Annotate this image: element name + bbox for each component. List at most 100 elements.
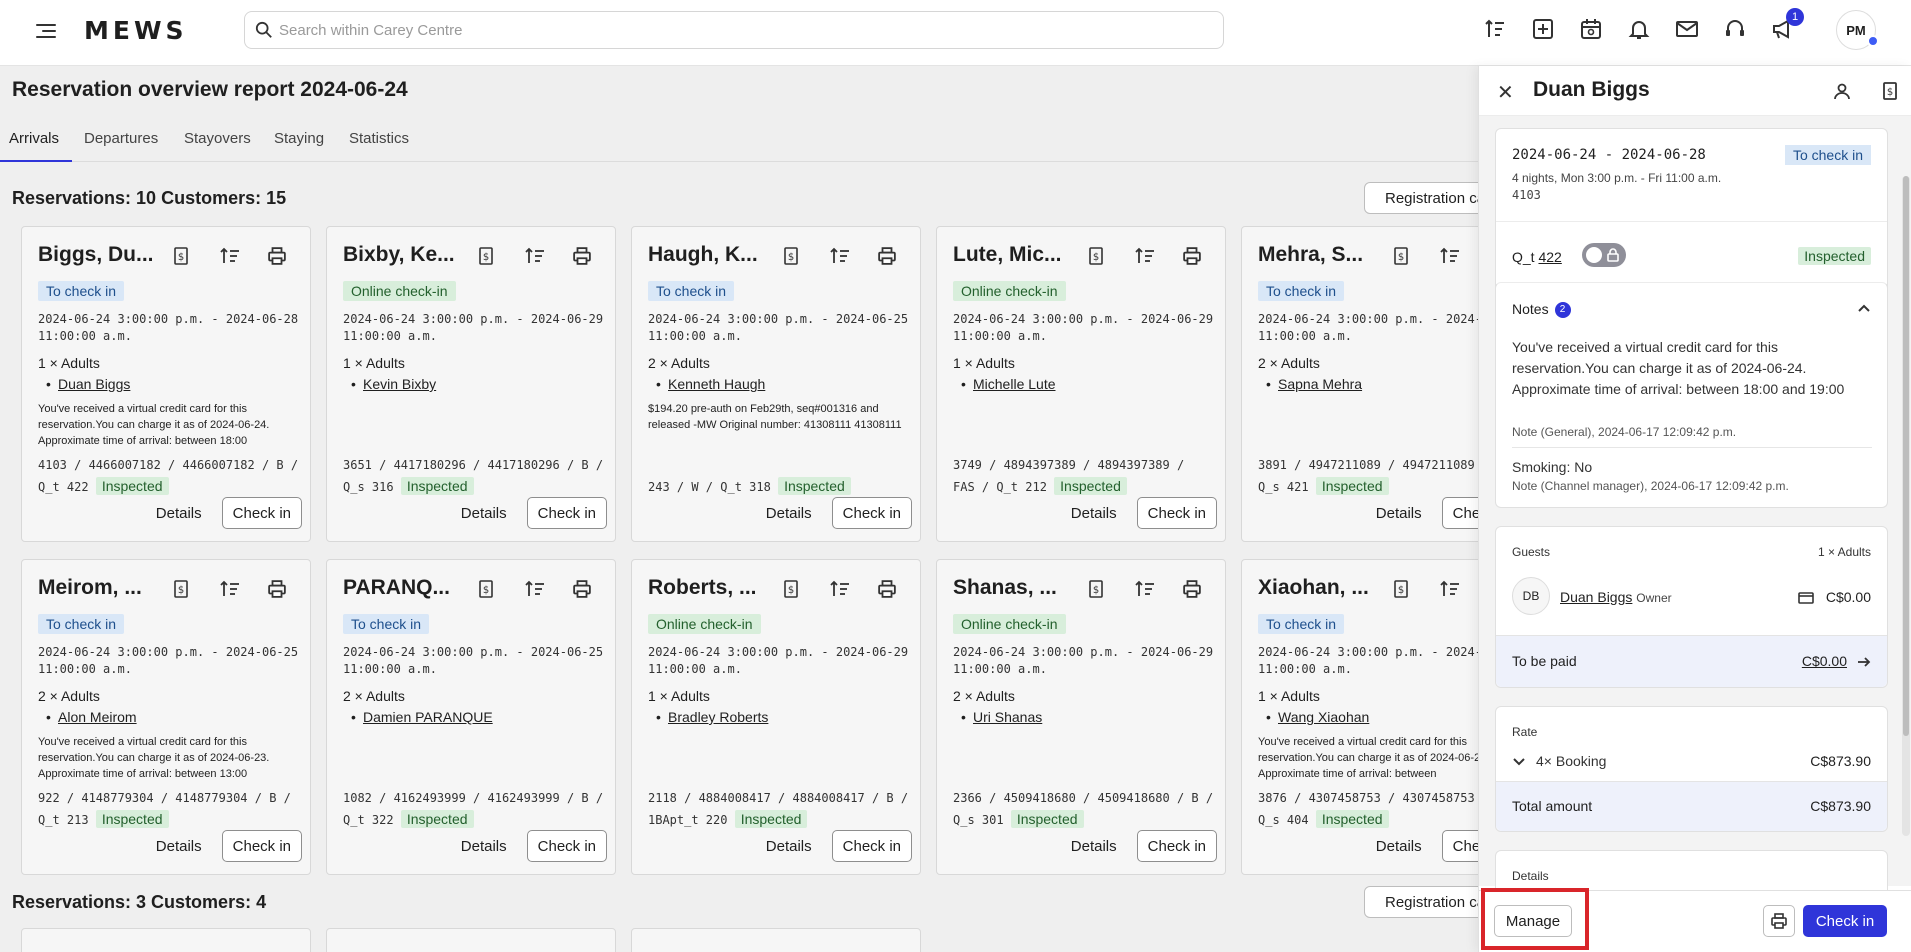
notes-header[interactable]: Notes 2 <box>1512 301 1571 318</box>
inspected-badge: Inspected <box>1315 810 1389 828</box>
card-guest-link[interactable]: Michelle Lute <box>973 376 1056 392</box>
check-in-button[interactable]: Check in <box>221 830 302 862</box>
card-guest-link[interactable]: Damien PARANQUE <box>363 709 493 725</box>
chevron-down-icon[interactable] <box>1512 757 1526 767</box>
check-in-button[interactable]: Check in <box>1136 497 1217 529</box>
check-in-button[interactable]: Check in <box>1803 905 1887 937</box>
printer-icon[interactable] <box>878 247 898 267</box>
guest-name-link[interactable]: Duan Biggs <box>1560 589 1632 605</box>
tab-stayovers[interactable]: Stayovers <box>184 130 251 147</box>
card-guest-name[interactable]: Lute, Mic... <box>953 243 1071 267</box>
details-link[interactable]: Details <box>760 505 818 522</box>
check-in-button[interactable]: Check in <box>526 497 607 529</box>
sort-icon[interactable] <box>1440 247 1460 267</box>
bell-icon[interactable] <box>1624 14 1654 44</box>
card-guest-name[interactable]: Shanas, ... <box>953 576 1071 600</box>
sort-icon[interactable] <box>1480 14 1510 44</box>
card-guest-name[interactable]: Biggs, Du... <box>38 243 156 267</box>
card-guest-name[interactable]: Meirom, ... <box>38 576 156 600</box>
tab-departures[interactable]: Departures <box>84 130 158 147</box>
room-lock-toggle[interactable] <box>1582 243 1626 267</box>
check-in-button[interactable]: Check in <box>221 497 302 529</box>
invoice-icon[interactable]: $ <box>1881 82 1899 100</box>
person-icon[interactable] <box>1833 82 1851 100</box>
print-button[interactable] <box>1763 905 1795 937</box>
printer-icon[interactable] <box>268 580 288 600</box>
printer-icon[interactable] <box>1183 580 1203 600</box>
invoice-icon[interactable]: $ <box>172 580 192 600</box>
sort-icon[interactable] <box>1135 580 1155 600</box>
printer-icon[interactable] <box>573 247 593 267</box>
check-in-button[interactable]: Check in <box>831 497 912 529</box>
details-link[interactable]: Details <box>1065 505 1123 522</box>
invoice-icon[interactable]: $ <box>782 580 802 600</box>
invoice-icon[interactable]: $ <box>477 247 497 267</box>
sort-icon[interactable] <box>525 247 545 267</box>
check-in-button[interactable]: Check in <box>831 830 912 862</box>
check-in-button[interactable]: Check in <box>1136 830 1217 862</box>
sort-icon[interactable] <box>1135 247 1155 267</box>
card-guest-name[interactable]: Xiaohan, ... <box>1258 576 1376 600</box>
check-in-button[interactable]: Check in <box>526 830 607 862</box>
to-be-paid-row[interactable]: To be paid C$0.00 <box>1496 635 1887 687</box>
invoice-icon[interactable]: $ <box>1087 580 1107 600</box>
card-guest-link[interactable]: Kevin Bixby <box>363 376 436 392</box>
tab-staying[interactable]: Staying <box>274 130 324 147</box>
help-icon[interactable] <box>1720 14 1750 44</box>
add-icon[interactable] <box>1528 14 1558 44</box>
sort-icon[interactable] <box>830 580 850 600</box>
mail-icon[interactable] <box>1672 14 1702 44</box>
sort-icon[interactable] <box>1440 580 1460 600</box>
card-guest-name[interactable]: Bixby, Ke... <box>343 243 461 267</box>
calendar-icon[interactable] <box>1576 14 1606 44</box>
details-link[interactable]: Details <box>150 838 208 855</box>
hamburger-menu-icon[interactable] <box>36 20 62 42</box>
chevron-up-icon[interactable] <box>1857 303 1871 313</box>
card-guest-link[interactable]: Uri Shanas <box>973 709 1042 725</box>
rate-item[interactable]: 4× Booking <box>1536 753 1606 769</box>
search-input[interactable] <box>279 21 1223 39</box>
user-avatar[interactable]: PM <box>1836 10 1879 50</box>
room-assignment[interactable]: Q_t 422 <box>1512 249 1562 265</box>
card-guest-name[interactable]: Haugh, K... <box>648 243 766 267</box>
tab-arrivals[interactable]: Arrivals <box>9 130 59 147</box>
card-guest-link[interactable]: Wang Xiaohan <box>1278 709 1369 725</box>
sort-icon[interactable] <box>525 580 545 600</box>
invoice-icon[interactable]: $ <box>172 247 192 267</box>
card-guest-link[interactable]: Sapna Mehra <box>1278 376 1362 392</box>
invoice-icon[interactable]: $ <box>1392 247 1412 267</box>
sort-icon[interactable] <box>220 580 240 600</box>
sort-icon[interactable] <box>220 247 240 267</box>
sort-icon[interactable] <box>830 247 850 267</box>
details-link[interactable]: Details <box>455 505 513 522</box>
printer-icon[interactable] <box>573 580 593 600</box>
printer-icon[interactable] <box>268 247 288 267</box>
card-guest-name[interactable]: Roberts, ... <box>648 576 766 600</box>
card-guest-link[interactable]: Duan Biggs <box>58 376 130 392</box>
card-guest-name[interactable]: Mehra, S... <box>1258 243 1376 267</box>
details-link[interactable]: Details <box>1065 838 1123 855</box>
details-link[interactable]: Details <box>760 838 818 855</box>
invoice-icon[interactable]: $ <box>1087 247 1107 267</box>
card-guest-name[interactable]: PARANQ... <box>343 576 461 600</box>
card-guest-link[interactable]: Kenneth Haugh <box>668 376 765 392</box>
details-link[interactable]: Details <box>1370 838 1428 855</box>
card-guest-link[interactable]: Bradley Roberts <box>668 709 768 725</box>
tab-statistics[interactable]: Statistics <box>349 130 409 147</box>
details-link[interactable]: Details <box>455 838 513 855</box>
megaphone-icon[interactable]: 1 <box>1768 8 1804 44</box>
search-bar[interactable] <box>244 11 1224 49</box>
details-link[interactable]: Details <box>150 505 208 522</box>
registration-cards-button-2[interactable]: Registration cards <box>1364 886 1484 918</box>
invoice-icon[interactable]: $ <box>477 580 497 600</box>
printer-icon[interactable] <box>878 580 898 600</box>
invoice-icon[interactable]: $ <box>782 247 802 267</box>
panel-scrollbar[interactable] <box>1902 176 1910 836</box>
printer-icon[interactable] <box>1183 247 1203 267</box>
close-icon[interactable]: ✕ <box>1497 80 1514 105</box>
details-link[interactable]: Details <box>1370 505 1428 522</box>
mews-logo[interactable]: MEWS <box>84 16 188 45</box>
registration-cards-button[interactable]: Registration cards <box>1364 182 1484 214</box>
invoice-icon[interactable]: $ <box>1392 580 1412 600</box>
card-guest-link[interactable]: Alon Meirom <box>58 709 137 725</box>
